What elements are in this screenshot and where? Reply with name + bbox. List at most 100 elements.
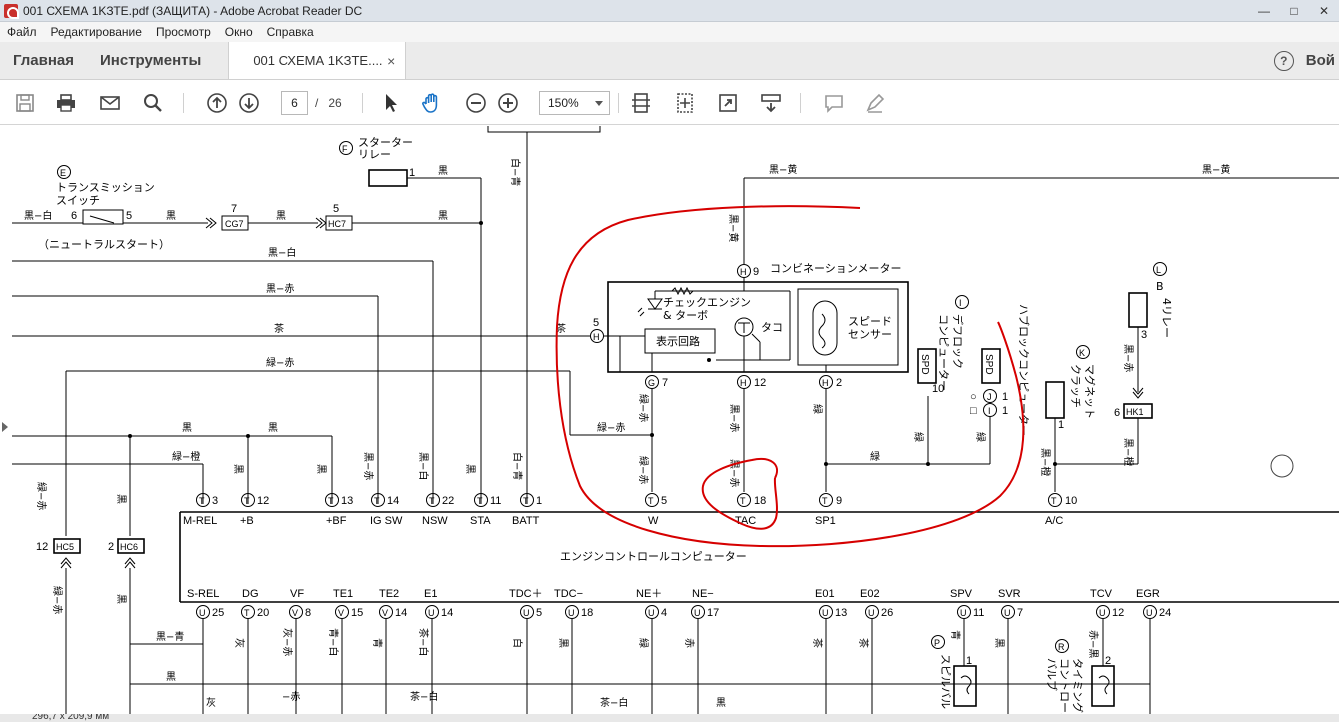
ecu-bottom-pins: S-RELU 25 DGT 20灰 VFV 8灰−赤 TE1V 15青−白 TE2V 14… [187,588,1171,714]
prev-page-icon[interactable] [204,90,230,116]
svg-text:V: V [382,608,388,618]
svg-text:黒: 黒 [716,697,726,709]
svg-text:7: 7 [231,203,237,215]
svg-text:SPV: SPV [950,588,973,600]
document-view[interactable]: 白−青 E トランスミッション スイッチ 黒−白 6 5 （ニュートラルスタート… [0,126,1339,714]
email-icon[interactable] [97,90,123,116]
svg-text:5: 5 [126,210,132,222]
close-tab-icon[interactable]: × [387,53,395,69]
pin-e01: E01 U 13 茶 [811,588,847,714]
svg-text:NE−: NE− [692,588,714,600]
pin-m-rel: T 3 M-REL [183,493,218,527]
svg-text:22: 22 [442,495,454,507]
svg-text:U: U [523,608,530,618]
comment-icon[interactable] [821,90,847,116]
svg-text:茶−白: 茶−白 [600,696,628,709]
svg-text:コントロール: コントロール [1058,658,1071,714]
svg-text:E02: E02 [860,588,880,600]
component-f-starter-relay: F スターター リレー 1 黒 [339,136,483,504]
top-fragment: 白−青 [487,126,601,504]
svg-text:1: 1 [409,167,415,179]
svg-text:U: U [1004,608,1011,618]
print-icon[interactable] [53,90,79,116]
tab-home[interactable]: Главная [0,42,87,79]
svg-text:U: U [960,608,967,618]
component-p-spill-valve: P スピルバル 1 [931,635,977,709]
svg-text:VF: VF [290,588,304,600]
svg-text:灰: 灰 [233,638,246,648]
search-icon[interactable] [140,90,166,116]
svg-text:U: U [648,608,655,618]
red-annotation [555,205,1025,548]
svg-text:BATT: BATT [512,515,540,527]
menu-help[interactable]: Справка [260,25,321,39]
svg-text:5: 5 [333,203,339,215]
svg-text:赤: 赤 [683,638,695,648]
tab-document[interactable]: 001 СХЕМА 1KЗTE.... × [228,42,407,79]
next-page-icon[interactable] [236,90,262,116]
minimize-button[interactable]: — [1249,0,1279,22]
svg-text:緑−赤: 緑−赤 [597,421,625,434]
menu-file[interactable]: Файл [0,25,44,39]
svg-text:TCV: TCV [1090,588,1113,600]
page-size: 296,7 x 209,9 мм [32,714,110,722]
connector-cg7: CG7 7 黒 [205,203,318,231]
bottom-wire-labels: 灰 −赤 茶−白 茶−白 黒 [206,690,726,709]
svg-text:黒: 黒 [115,594,127,604]
svg-text:I: I [988,406,991,416]
svg-text:U: U [1146,608,1153,618]
svg-text:18: 18 [581,607,593,619]
tab-tools[interactable]: Инструменты [87,42,214,79]
svg-text:白: 白 [511,638,524,648]
read-mode-icon[interactable] [758,90,784,116]
svg-text:コンピューター: コンピューター [937,314,950,391]
svg-text:9: 9 [753,266,759,278]
chevron-down-icon [595,101,603,106]
select-cursor-icon[interactable] [378,90,404,116]
zoom-out-icon[interactable] [463,90,489,116]
svg-text:7: 7 [662,377,668,389]
wiring-diagram: 白−青 E トランスミッション スイッチ 黒−白 6 5 （ニュートラルスタート… [12,126,1339,714]
svg-text:SPD: SPD [983,354,994,375]
pin-sta: T 11 STA [470,493,501,527]
signin-button[interactable]: Вой [1306,52,1335,69]
help-icon[interactable]: ? [1273,50,1294,71]
menu-view[interactable]: Просмотр [149,25,218,39]
engine-control-computer: エンジンコントロールコンピューター [179,511,1339,603]
svg-text:○: ○ [970,391,977,403]
highlight-icon[interactable] [862,90,888,116]
page-number-input[interactable]: 6 [281,91,308,115]
svg-text:灰: 灰 [206,696,216,709]
svg-text:10: 10 [932,383,944,395]
svg-text:1: 1 [1002,391,1008,403]
svg-text:14: 14 [395,607,407,619]
svg-text:HK1: HK1 [1126,407,1144,417]
svg-text:H: H [740,378,747,388]
full-screen-icon[interactable] [715,90,741,116]
zoom-in-icon[interactable] [495,90,521,116]
menu-window[interactable]: Окно [218,25,260,39]
close-window-button[interactable]: ✕ [1309,0,1339,22]
svg-text:（ニュートラルスタート）: （ニュートラルスタート） [38,238,170,251]
svg-text:20: 20 [257,607,269,619]
wire-label: 白−青 [509,158,522,186]
zoom-select[interactable]: 150% [539,91,610,115]
component-e-transmission-switch: E トランスミッション スイッチ 黒−白 6 5 （ニュートラルスタート） 黒 [12,165,208,251]
scroll-mode-icon[interactable] [628,90,654,116]
maximize-button[interactable]: □ [1279,0,1309,22]
save-icon[interactable] [12,90,38,116]
tab-bar: Главная Инструменты 001 СХЕМА 1KЗTE.... … [0,42,1339,80]
hand-tool-icon[interactable] [419,90,445,116]
connector-hc6: 2 HC6 黒 黒−青 黒 [108,538,1150,714]
fit-page-icon[interactable] [672,90,698,116]
svg-text:黒−黄: 黒−黄 [727,214,740,242]
svg-text:デフロック: デフロック [951,314,965,369]
pin-egr: EGR U 24 [1136,588,1171,714]
svg-text:9: 9 [836,495,842,507]
svg-text:緑: 緑 [974,432,987,442]
left-wire-bundle: 黒−白 黒−赤 茶 茶 緑−赤 緑−赤 黒 黒 緑−橙 黒 黒 黒−赤 黒−白 … [12,246,652,536]
svg-text:緑−橙: 緑−橙 [172,450,200,463]
menu-edit[interactable]: Редактирование [44,25,149,39]
svg-text:T: T [244,608,250,618]
svg-text:6: 6 [1114,407,1120,419]
